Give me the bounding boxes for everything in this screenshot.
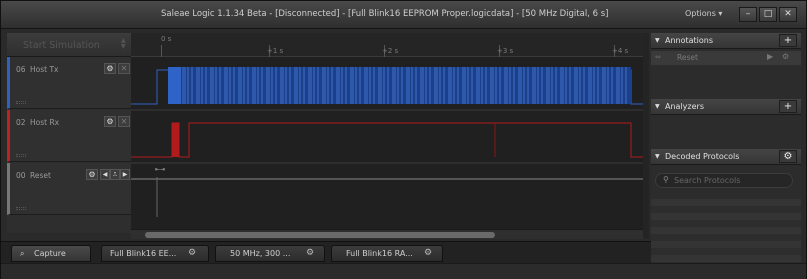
spinner-arrows-icon[interactable]: ▲ ▼ [121, 38, 126, 50]
gear-icon[interactable]: ⚙ [306, 248, 314, 258]
search-placeholder: Search Protocols [674, 176, 741, 185]
channel-row[interactable]: 00 Reset ⚙ ◀ ⎍ ▶ [7, 163, 131, 215]
app-window: Saleae Logic 1.1.34 Beta - [Disconnected… [0, 0, 807, 279]
add-annotation-button[interactable]: + [779, 34, 797, 47]
search-icon: ⚲ [663, 175, 669, 184]
drag-handle-icon[interactable] [16, 101, 26, 104]
gear-icon[interactable]: ⚙ [779, 150, 797, 163]
capture-label: Capture [34, 249, 66, 258]
ruler-tick-label: +2 s [382, 47, 399, 55]
analyzers-title: Analyzers [665, 102, 704, 111]
ruler-tick-label: +1 s [267, 47, 284, 55]
tab-session[interactable]: Full Blink16 EE... ⚙ [101, 245, 209, 262]
decoded-protocols-title: Decoded Protocols [665, 152, 740, 161]
ruler-tick [161, 45, 162, 57]
tab-bar: ⌕ Capture Full Blink16 EE... ⚙ 50 MHz, 3… [1, 241, 651, 263]
minimize-button[interactable]: – [739, 7, 757, 22]
window-title: Saleae Logic 1.1.34 Beta - [Disconnected… [161, 9, 609, 19]
close-icon[interactable]: ✕ [118, 63, 130, 74]
play-icon[interactable]: ▶ [767, 52, 773, 61]
annotation-row[interactable]: ⇔ Reset ▶ ⚙ [651, 51, 801, 65]
channel-panel: Start Simulation ▲ ▼ 06 Host Tx ⚙ ✕ 02 Ho… [7, 33, 131, 233]
close-icon[interactable]: ✕ [118, 116, 130, 127]
tab-label: Full Blink16 EE... [110, 249, 177, 258]
channel-number: 06 [16, 65, 26, 74]
waveform-graph[interactable]: 0 s +1 s +2 s +3 s +4 s ⇤⇥ [131, 33, 643, 229]
protocol-search-input[interactable]: ⚲ Search Protocols [655, 173, 793, 188]
decoded-protocols-header[interactable]: ▼ Decoded Protocols ⚙ [651, 149, 801, 165]
capture-button[interactable]: ⌕ Capture [11, 245, 91, 262]
annotations-title: Annotations [665, 36, 714, 45]
tab-session[interactable]: Full Blink16 RA... ⚙ [331, 245, 443, 262]
gear-icon[interactable]: ⚙ [104, 63, 116, 74]
svg-text:⇤⇥: ⇤⇥ [155, 166, 165, 173]
ruler-origin-label: 0 s [161, 35, 172, 43]
channel-name[interactable]: Host Tx [30, 65, 58, 74]
prev-edge-icon[interactable]: ◀ [100, 169, 110, 180]
annotation-label: Reset [677, 53, 698, 62]
channel-name[interactable]: Reset [30, 171, 51, 180]
gear-icon[interactable]: ⚙ [782, 52, 789, 61]
time-ruler[interactable]: 0 s +1 s +2 s +3 s +4 s [131, 33, 643, 57]
tab-session[interactable]: 50 MHz, 300 ... ⚙ [215, 245, 325, 262]
next-edge-icon[interactable]: ▶ [120, 169, 130, 180]
waveform-lanes[interactable]: ⇤⇥ [131, 57, 643, 229]
drag-handle-icon[interactable] [16, 154, 26, 157]
tx-waveform [131, 67, 643, 105]
channel-name[interactable]: Host Rx [30, 118, 59, 127]
add-analyzer-button[interactable]: + [779, 100, 797, 113]
close-button[interactable]: ✕ [779, 7, 797, 22]
horizontal-scrollbar[interactable] [131, 229, 643, 239]
analyzers-header[interactable]: ▼ Analyzers + [651, 99, 801, 115]
timing-marker-icon: ⇔ [655, 53, 661, 61]
capture-icon: ⌕ [20, 249, 25, 258]
tab-label: 50 MHz, 300 ... [230, 249, 291, 258]
start-simulation-button[interactable]: Start Simulation ▲ ▼ [7, 33, 131, 57]
status-bar [1, 263, 806, 279]
edge-type-icon[interactable]: ⎍ [110, 169, 120, 180]
ruler-tick-label: +3 s [497, 47, 514, 55]
collapse-arrow-icon[interactable]: ▼ [655, 37, 660, 44]
gear-icon[interactable]: ⚙ [424, 248, 432, 258]
right-panel: ▼ Annotations + ⇔ Reset ▶ ⚙ ▼ Analyzers … [651, 33, 801, 271]
collapse-arrow-icon[interactable]: ▼ [655, 153, 660, 160]
gear-icon[interactable]: ⚙ [188, 248, 196, 258]
channel-number: 00 [16, 171, 26, 180]
options-menu[interactable]: Options ▾ [685, 9, 722, 18]
channel-row[interactable]: 06 Host Tx ⚙ ✕ [7, 57, 131, 109]
annotations-header[interactable]: ▼ Annotations + [651, 33, 801, 49]
maximize-button[interactable]: □ [759, 7, 777, 22]
channel-number: 02 [16, 118, 26, 127]
gear-icon[interactable]: ⚙ [104, 116, 116, 127]
decoded-protocols-list[interactable] [651, 199, 801, 271]
collapse-arrow-icon[interactable]: ▼ [655, 103, 660, 110]
reset-waveform: ⇤⇥ [131, 166, 643, 217]
rx-waveform [131, 122, 643, 158]
scrollbar-thumb[interactable] [145, 232, 495, 238]
tab-label: Full Blink16 RA... [346, 249, 413, 258]
drag-handle-icon[interactable] [16, 207, 26, 210]
title-bar: Saleae Logic 1.1.34 Beta - [Disconnected… [1, 1, 806, 29]
vertical-scrollbar[interactable] [643, 33, 649, 239]
channel-row[interactable]: 02 Host Rx ⚙ ✕ [7, 110, 131, 162]
ruler-tick-label: +4 s [612, 47, 629, 55]
start-simulation-label: Start Simulation [23, 40, 100, 51]
gear-icon[interactable]: ⚙ [86, 169, 98, 180]
